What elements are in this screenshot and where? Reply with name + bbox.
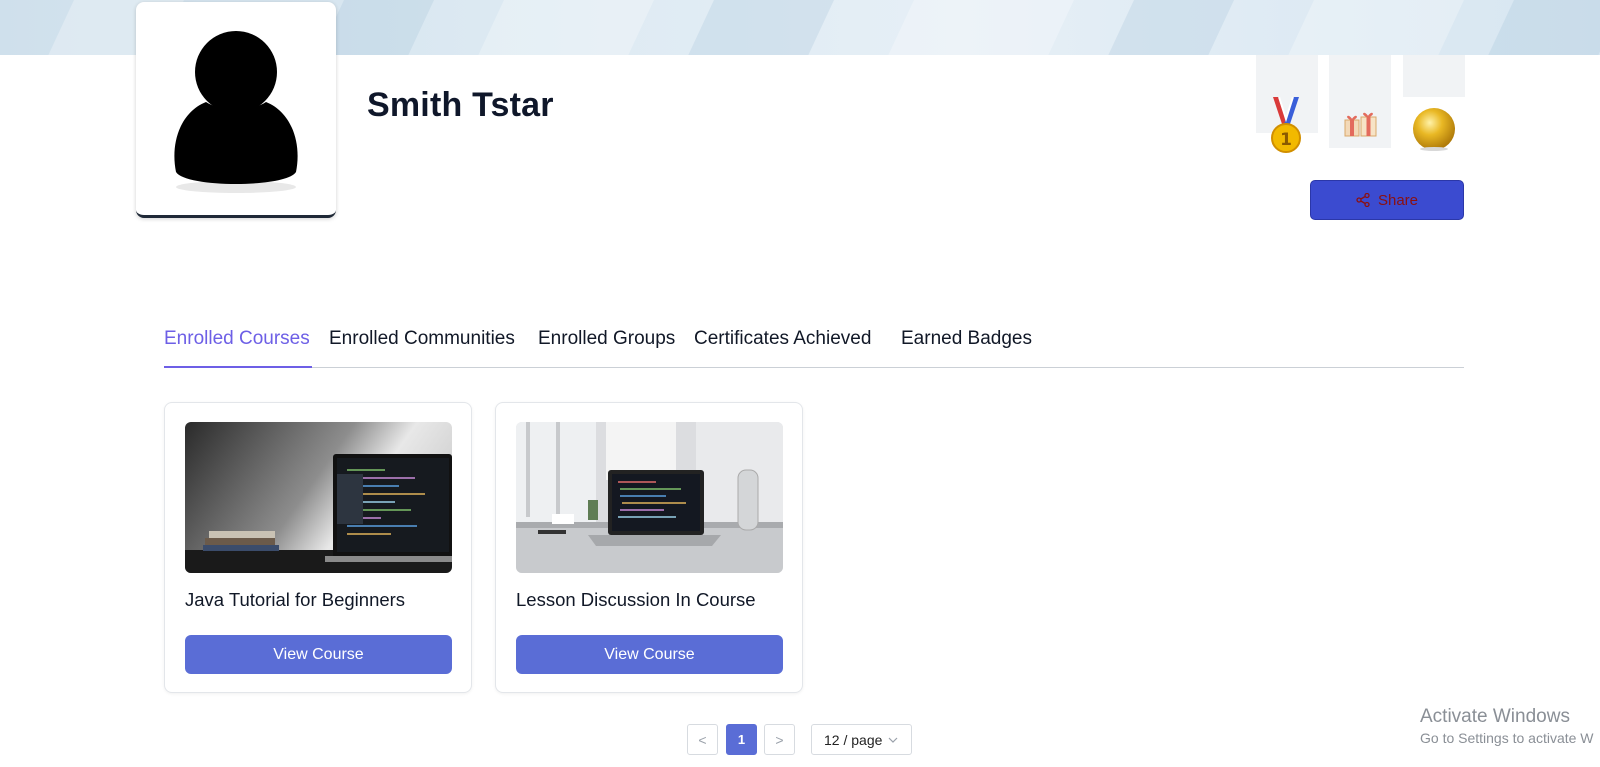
activate-windows-watermark: Activate Windows Go to Settings to activ…: [1420, 706, 1594, 746]
tab-certificates-achieved[interactable]: Certificates Achieved: [694, 326, 871, 368]
page-1-button[interactable]: 1: [726, 724, 757, 755]
next-page-button[interactable]: >: [764, 724, 795, 755]
profile-page: Smith Tstar 1 Share Enrolled Courses Enr…: [0, 0, 1600, 767]
share-icon: [1356, 193, 1370, 207]
watermark-subtitle: Go to Settings to activate W: [1420, 730, 1594, 746]
profile-avatar: [136, 2, 336, 218]
gold-coin-icon: [1411, 106, 1457, 157]
profile-tabs: Enrolled Courses Enrolled Communities En…: [164, 326, 1464, 368]
prev-page-button[interactable]: <: [687, 724, 718, 755]
course-title: Java Tutorial for Beginners: [185, 589, 406, 610]
view-course-button[interactable]: View Course: [516, 635, 783, 674]
page-size-select[interactable]: 12 / page: [811, 724, 912, 755]
badge-slot-coin: [1403, 55, 1465, 97]
course-title: Lesson Discussion In Course: [516, 589, 756, 610]
gift-icon: [1343, 110, 1379, 145]
user-silhouette-icon: [174, 31, 298, 193]
watermark-title: Activate Windows: [1420, 706, 1570, 727]
view-course-button[interactable]: View Course: [185, 635, 452, 674]
course-thumbnail: [185, 422, 452, 573]
page-size-value: 12 / page: [824, 731, 883, 748]
course-card: Java Tutorial for Beginners View Course: [164, 402, 472, 693]
medal-icon: 1: [1269, 96, 1303, 160]
tab-enrolled-courses[interactable]: Enrolled Courses: [164, 326, 312, 368]
share-label: Share: [1377, 191, 1419, 209]
chevron-down-icon: [888, 737, 898, 743]
course-thumbnail: [516, 422, 783, 573]
tab-earned-badges[interactable]: Earned Badges: [901, 326, 1032, 368]
svg-text:1: 1: [1280, 130, 1292, 150]
tab-enrolled-communities[interactable]: Enrolled Communities: [329, 326, 515, 368]
course-card: Lesson Discussion In Course View Course: [495, 402, 803, 693]
user-name: Smith Tstar: [367, 86, 554, 124]
tab-enrolled-groups[interactable]: Enrolled Groups: [538, 326, 675, 368]
chevron-left-icon: <: [698, 731, 707, 748]
share-button[interactable]: Share: [1310, 180, 1464, 220]
chevron-right-icon: >: [775, 731, 784, 748]
